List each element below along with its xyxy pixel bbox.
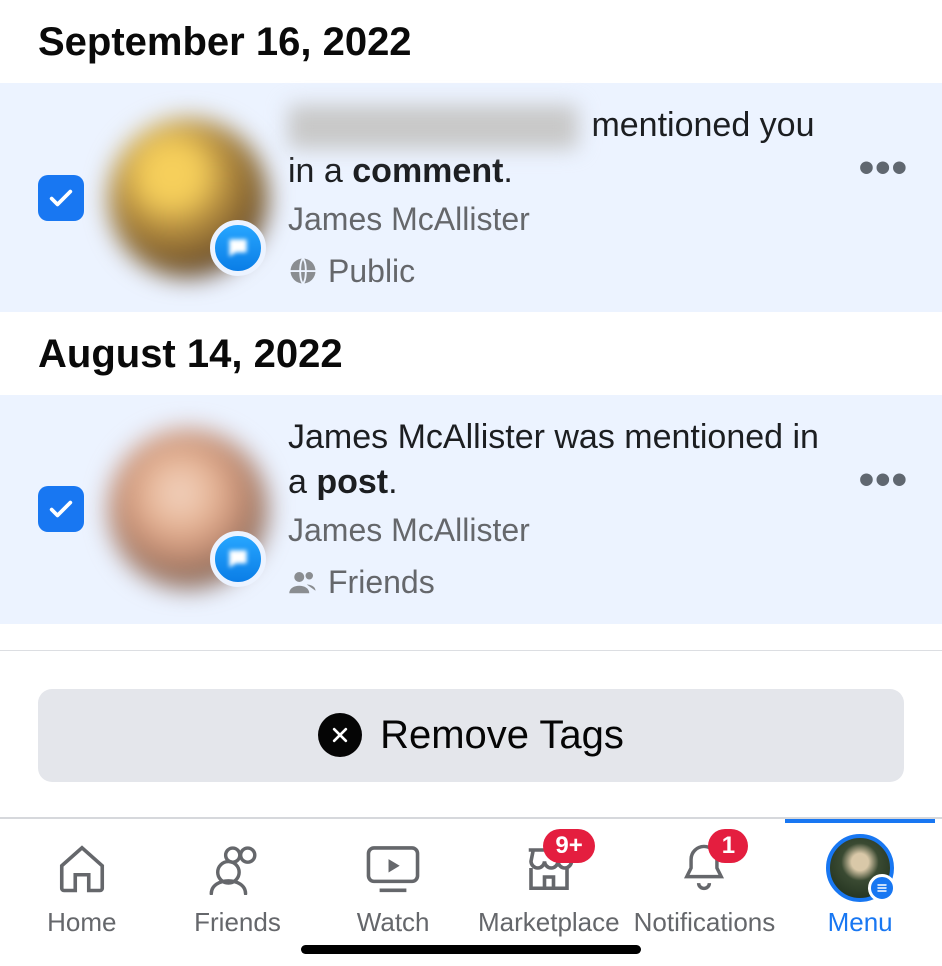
activity-text-block: mentioned you in a comment. James McAlli… (288, 103, 855, 292)
activity-text-block: James McAllister was mentioned in a post… (288, 415, 855, 603)
nav-menu[interactable]: Menu (785, 837, 935, 938)
nav-label: Menu (828, 907, 893, 938)
nav-watch[interactable]: Watch (318, 837, 468, 938)
checkbox[interactable] (38, 175, 84, 221)
watch-icon (364, 841, 422, 895)
avatar (108, 118, 268, 278)
date-header: September 16, 2022 (0, 0, 942, 83)
close-circle-icon (318, 713, 362, 757)
profile-avatar (826, 834, 894, 902)
home-icon (55, 841, 109, 895)
friends-icon (207, 841, 267, 895)
more-button[interactable]: ••• (855, 471, 912, 489)
checkbox[interactable] (38, 486, 84, 532)
activity-subtext: James McAllister (288, 198, 843, 240)
avatar (108, 429, 268, 589)
blurred-name (288, 105, 578, 149)
activity-item[interactable]: James McAllister was mentioned in a post… (0, 395, 942, 623)
check-icon (47, 495, 75, 523)
bottom-nav: Home Friends Watch (0, 817, 942, 966)
activity-privacy: Public (288, 250, 843, 292)
public-icon (288, 256, 318, 286)
badge: 1 (708, 829, 748, 863)
nav-notifications[interactable]: 1 Notifications (629, 837, 779, 938)
more-button[interactable]: ••• (855, 159, 912, 177)
check-icon (47, 184, 75, 212)
nav-label: Marketplace (478, 907, 620, 938)
date-header: August 14, 2022 (0, 312, 942, 395)
badge: 9+ (543, 829, 594, 863)
menu-lines-icon (868, 874, 896, 902)
nav-label: Home (47, 907, 116, 938)
nav-friends[interactable]: Friends (162, 837, 312, 938)
activity-item[interactable]: mentioned you in a comment. James McAlli… (0, 83, 942, 312)
nav-marketplace[interactable]: 9+ Marketplace (474, 837, 624, 938)
ios-home-indicator[interactable] (301, 945, 641, 954)
activity-privacy: Friends (288, 561, 843, 603)
nav-label: Watch (357, 907, 430, 938)
remove-tags-button[interactable]: Remove Tags (38, 689, 904, 782)
nav-label: Notifications (634, 907, 776, 938)
mention-badge-icon (210, 531, 266, 587)
friends-icon (288, 567, 318, 597)
mention-badge-icon (210, 220, 266, 276)
nav-home[interactable]: Home (7, 837, 157, 938)
activity-subtext: James McAllister (288, 509, 843, 551)
nav-label: Friends (194, 907, 281, 938)
active-tab-indicator (785, 819, 935, 823)
